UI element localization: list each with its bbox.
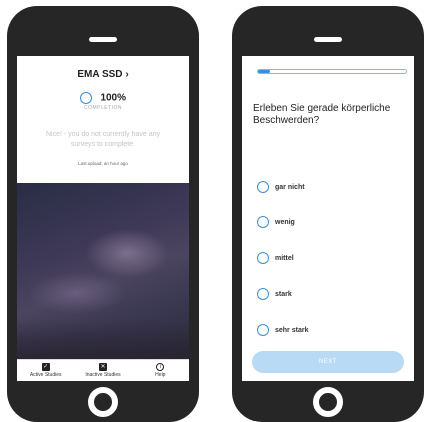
radio-icon[interactable] xyxy=(257,288,269,300)
radio-icon[interactable] xyxy=(257,324,269,336)
option-label: gar nicht xyxy=(275,183,305,191)
completion-percent: 100% xyxy=(100,92,127,104)
answer-option[interactable]: stark xyxy=(257,288,292,300)
option-label: mittel xyxy=(275,254,294,262)
option-label: wenig xyxy=(275,218,295,226)
phone-left: EMA SSD › 100% COMPLETION Nice! - you do… xyxy=(7,6,199,422)
info-icon: i xyxy=(156,363,165,371)
answer-option[interactable]: wenig xyxy=(257,216,295,228)
option-label: sehr stark xyxy=(275,326,309,334)
home-button[interactable] xyxy=(313,387,343,417)
option-label: stark xyxy=(275,290,292,298)
survey-progress-fill xyxy=(258,70,270,73)
answer-option[interactable]: sehr stark xyxy=(257,324,308,336)
dashboard-screen: EMA SSD › 100% COMPLETION Nice! - you do… xyxy=(17,56,189,381)
last-upload-text: Last upload: an hour ago xyxy=(78,161,128,166)
answer-option[interactable]: gar nicht xyxy=(257,181,305,193)
completion-ring-icon xyxy=(79,91,92,104)
tab-label: Inactive Studies xyxy=(85,372,121,378)
radio-icon[interactable] xyxy=(257,216,269,228)
answer-option[interactable]: mittel xyxy=(257,252,294,264)
tab-active-studies[interactable]: ✓ Active Studies xyxy=(17,360,74,381)
study-card[interactable]: EMA SSD › 100% COMPLETION Nice! - you do… xyxy=(17,56,189,183)
completion-label: COMPLETION xyxy=(83,105,123,111)
survey-screen: Erleben Sie gerade körperliche Beschwerd… xyxy=(242,56,414,381)
no-surveys-message: Nice! - you do not currently have any su… xyxy=(45,131,160,148)
speaker-grille xyxy=(314,37,342,42)
phone-right: Erleben Sie gerade körperliche Beschwerd… xyxy=(232,6,424,422)
tab-inactive-studies[interactable]: ✕ Inactive Studies xyxy=(74,360,131,381)
survey-progress-bar xyxy=(257,69,407,74)
home-button[interactable] xyxy=(88,387,118,417)
question-text: Erleben Sie gerade körperliche Beschwerd… xyxy=(253,103,391,126)
radio-icon[interactable] xyxy=(257,252,269,264)
speaker-grille xyxy=(89,37,117,42)
study-title-text: EMA SSD xyxy=(77,69,123,80)
x-box-icon: ✕ xyxy=(98,363,107,371)
tab-help[interactable]: i Help xyxy=(132,360,189,381)
study-title[interactable]: EMA SSD › xyxy=(17,69,189,80)
milky-way-background-image xyxy=(17,183,189,359)
bottom-tab-bar: ✓ Active Studies ✕ Inactive Studies i He… xyxy=(17,359,189,381)
check-box-icon: ✓ xyxy=(41,363,50,371)
radio-icon[interactable] xyxy=(257,181,269,193)
tab-label: Help xyxy=(155,372,166,378)
tab-label: Active Studies xyxy=(29,372,62,378)
next-button[interactable]: NEXT xyxy=(252,351,404,373)
chevron-right-icon: › xyxy=(125,69,129,80)
